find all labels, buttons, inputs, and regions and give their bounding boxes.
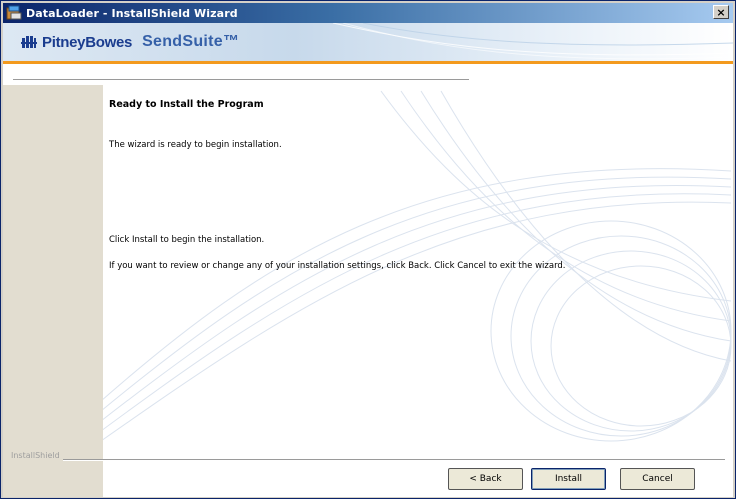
install-instruction-text: Click Install to begin the installation. [109,235,265,245]
pitney-bowes-logo-icon [21,34,37,50]
product-name: SendSuite™ [142,33,240,50]
product-banner: PitneyBowes SendSuite™ [3,23,733,61]
intro-text: The wizard is ready to begin installatio… [109,140,282,150]
installer-window: DataLoader - InstallShield Wizard × Pitn… [0,0,736,499]
title-bar[interactable]: DataLoader - InstallShield Wizard × [3,3,733,23]
content-area [3,64,733,497]
window-title: DataLoader - InstallShield Wizard [26,6,238,20]
brand-logo: PitneyBowes SendSuite™ [21,33,239,51]
cancel-button[interactable]: Cancel [620,468,695,490]
review-instruction-text: If you want to review or change any of y… [109,261,566,271]
footer-separator-highlight [63,460,725,461]
close-icon: × [716,5,726,19]
back-button[interactable]: < Back [448,468,523,490]
install-button[interactable]: Install [531,468,606,490]
company-name: PitneyBowes [42,33,133,51]
installshield-label: InstallShield [11,451,60,460]
page-heading: Ready to Install the Program [109,99,264,110]
header-separator [13,79,469,80]
installer-icon [6,5,22,21]
left-sidebar [3,85,103,497]
close-button[interactable]: × [713,5,729,19]
